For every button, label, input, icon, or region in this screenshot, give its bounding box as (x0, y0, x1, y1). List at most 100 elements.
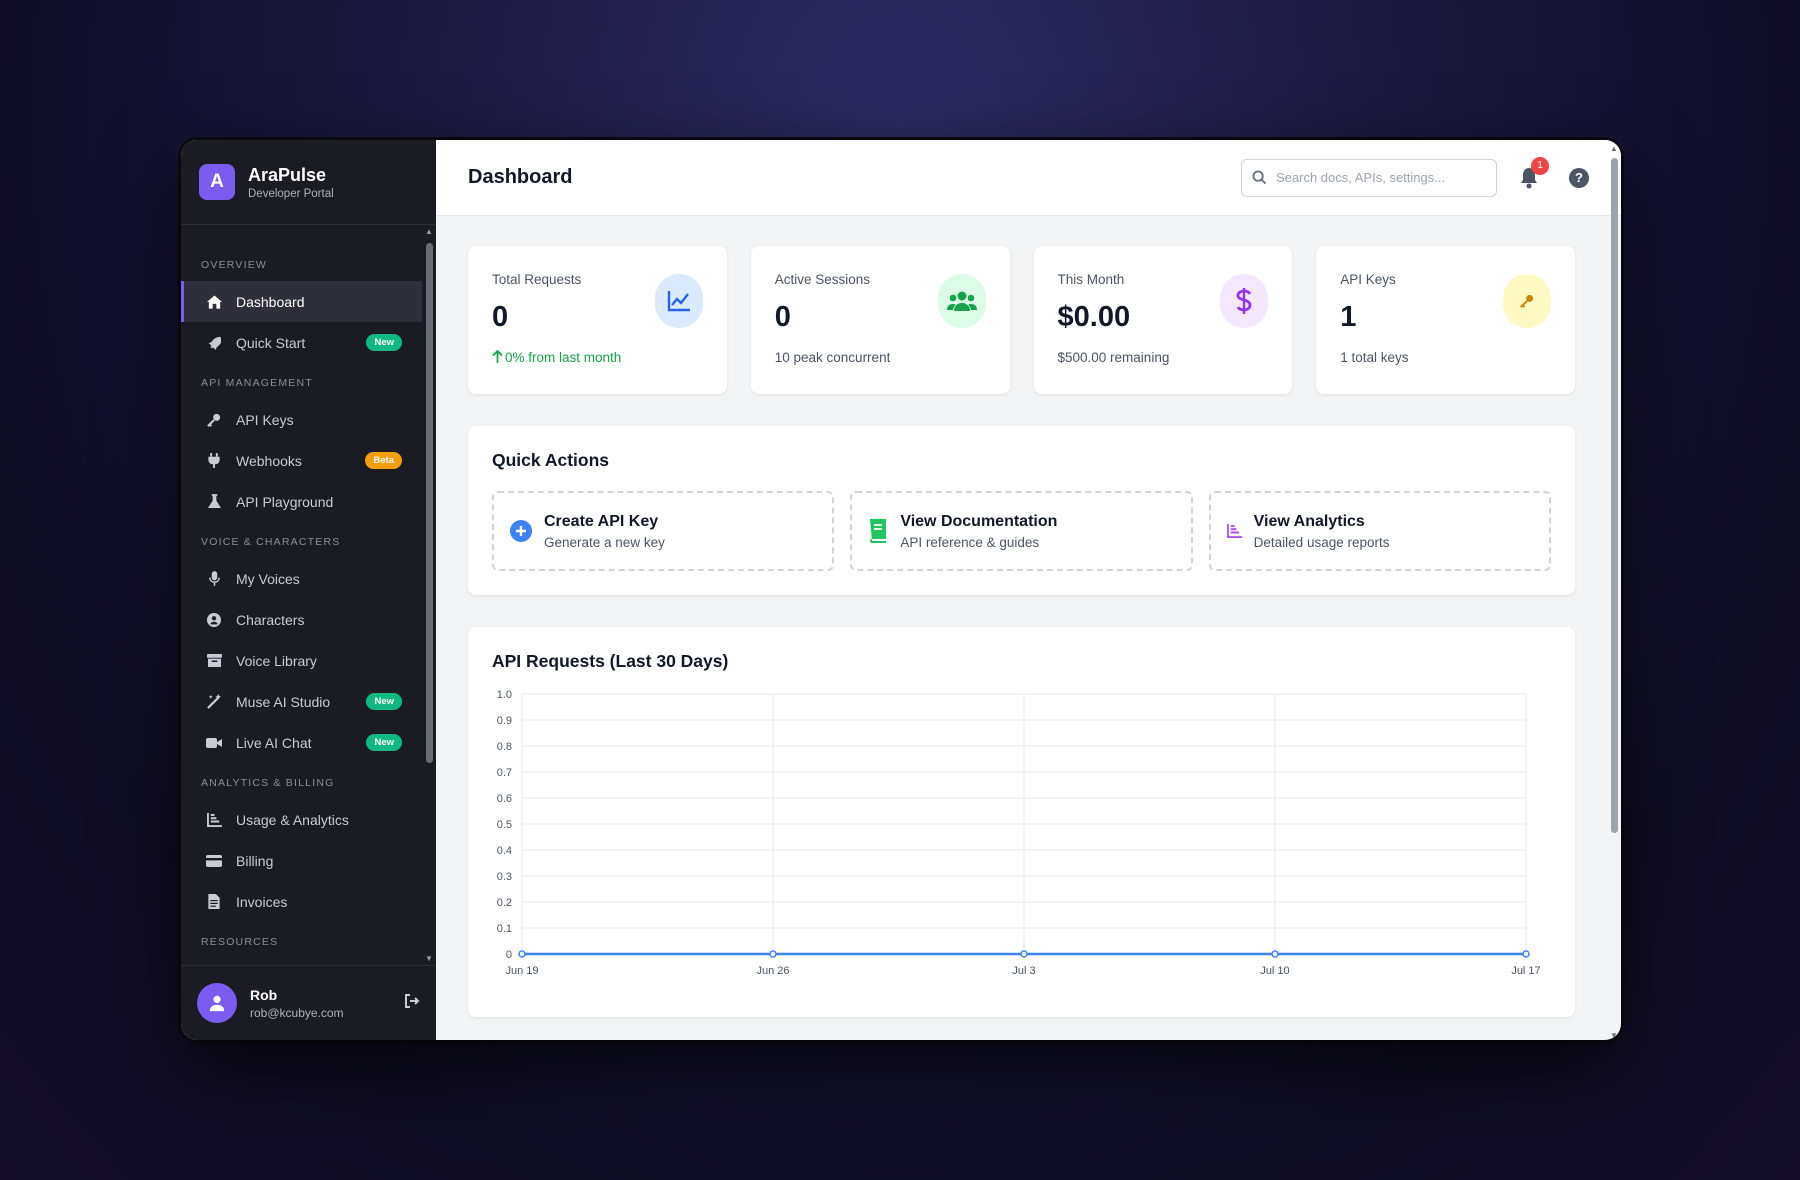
sidebar-item-quick-start[interactable]: Quick Start New (181, 322, 422, 363)
brand[interactable]: A AraPulse Developer Portal (181, 140, 436, 225)
action-description: Generate a new key (544, 534, 665, 550)
quick-actions-title: Quick Actions (492, 450, 610, 470)
stat-subtext-text: 10 peak concurrent (774, 350, 891, 365)
logout-icon[interactable] (404, 993, 420, 1014)
key-icon (1503, 274, 1551, 328)
stat-subtext: 0% from last month (492, 349, 703, 365)
sidebar-item-api-keys[interactable]: API Keys (181, 399, 422, 440)
y-tick-label: 0.1 (497, 923, 512, 935)
user-circle-icon (204, 612, 224, 627)
magic-wand-icon (204, 694, 224, 709)
stat-card: API Keys 1 1 total keys (1316, 246, 1575, 394)
sidebar-item-billing[interactable]: Billing (181, 840, 422, 881)
sidebar-item-label: Invoices (236, 893, 288, 910)
stat-subtext-text: 1 total keys (1340, 350, 1409, 365)
credit-card-icon (204, 854, 224, 867)
x-tick-label: Jun 26 (756, 965, 789, 977)
plus-circle-icon (510, 520, 532, 542)
x-tick-label: Jul 17 (1511, 965, 1540, 977)
scroll-up-icon[interactable]: ▲ (425, 227, 433, 236)
main-scrollbar[interactable]: ▲ ▼ (1609, 144, 1619, 1040)
sidebar-nav: ▲ ▼ OVERVIEW Dashboard Quick Start New API M… (181, 225, 436, 965)
key-icon (204, 413, 224, 427)
y-tick-label: 0.2 (497, 897, 512, 909)
action-description: Detailed usage reports (1253, 534, 1390, 550)
sidebar-item-dashboard[interactable]: Dashboard (181, 281, 422, 322)
search-input[interactable] (1276, 170, 1476, 185)
arrow-up-icon (492, 349, 505, 365)
create-api-key-action[interactable]: Create API Key Generate a new key (492, 491, 835, 571)
dollar-icon (1220, 274, 1269, 328)
y-tick-label: 0.6 (497, 793, 512, 805)
status-badge: New (366, 693, 402, 710)
sidebar-item-api-playground[interactable]: API Playground (181, 481, 422, 522)
sidebar-item-webhooks[interactable]: Webhooks Beta (181, 440, 422, 481)
stat-subtext-text: $500.00 remaining (1057, 350, 1170, 365)
sidebar-item-invoices[interactable]: Invoices (181, 881, 422, 922)
scrollbar-thumb[interactable] (426, 243, 433, 763)
chart-panel: API Requests (Last 30 Days) 0 0.1 0.2 0.3 0.… (468, 627, 1575, 1017)
stat-subtext-text: 0% from last month (505, 350, 622, 365)
user-profile[interactable]: Rob rob@kcubye.com (181, 965, 436, 1040)
stat-subtext: 10 peak concurrent (775, 350, 986, 365)
status-badge: Beta (365, 452, 402, 469)
sidebar-item-voice-library[interactable]: Voice Library (181, 640, 422, 681)
page-title: Dashboard (468, 166, 573, 188)
view-analytics-action[interactable]: View Analytics Detailed usage reports (1208, 491, 1551, 571)
sidebar-item-characters[interactable]: Characters (181, 599, 422, 640)
stat-subtext: $500.00 remaining (1058, 350, 1269, 365)
sidebar-item-label: Dashboard (236, 293, 305, 310)
notifications-button[interactable]: 1 (1519, 156, 1549, 189)
x-tick-label: Jun 19 (505, 965, 538, 977)
scroll-up-icon[interactable]: ▲ (1610, 144, 1618, 153)
data-point[interactable] (1522, 950, 1530, 958)
y-tick-label: 0.9 (497, 715, 512, 727)
sidebar-item-label: Usage & Analytics (236, 811, 349, 828)
sidebar-item-live-ai-chat[interactable]: Live AI Chat New (181, 722, 422, 763)
sidebar-item-label: Quick Start (236, 334, 306, 351)
notification-badge: 1 (1531, 156, 1549, 175)
sidebar-item-label: API Playground (236, 493, 334, 510)
nav-section-label: VOICE & CHARACTERS (201, 536, 341, 548)
chart-title: API Requests (Last 30 Days) (492, 651, 729, 671)
avatar[interactable] (197, 983, 237, 1023)
data-point[interactable] (1271, 950, 1279, 958)
sidebar-scrollbar[interactable]: ▲ ▼ (424, 227, 434, 963)
stat-card: This Month $0.00 $500.00 remaining (1033, 246, 1293, 394)
microphone-icon (204, 571, 224, 586)
home-icon (204, 294, 224, 309)
sidebar-item-label: Live AI Chat (236, 734, 312, 751)
sidebar: A AraPulse Developer Portal ▲ ▼ OVERVIEW… (181, 140, 436, 1040)
stat-subtext: 1 total keys (1340, 350, 1551, 365)
scroll-down-icon[interactable]: ▼ (425, 954, 433, 963)
search-box[interactable] (1241, 158, 1497, 197)
sidebar-item-muse-ai-studio[interactable]: Muse AI Studio New (181, 681, 422, 722)
data-point[interactable] (518, 950, 526, 958)
x-tick-label: Jul 3 (1012, 965, 1035, 977)
stat-card: Total Requests 0 0% from last month (468, 246, 727, 394)
action-title: View Documentation (900, 512, 1058, 530)
nav-section-label: OVERVIEW (201, 259, 268, 271)
bar-chart-icon (204, 812, 224, 827)
view-documentation-action[interactable]: View Documentation API reference & guides (850, 491, 1193, 571)
help-button[interactable]: ? (1569, 167, 1589, 188)
data-point[interactable] (1020, 950, 1028, 958)
invoice-icon (204, 894, 224, 909)
data-point[interactable] (769, 950, 777, 958)
status-badge: New (366, 334, 402, 351)
nav-section-label: API MANAGEMENT (201, 377, 313, 389)
action-title: View Analytics (1253, 512, 1365, 530)
sidebar-item-usage-analytics[interactable]: Usage & Analytics (181, 799, 422, 840)
sidebar-item-my-voices[interactable]: My Voices (181, 558, 422, 599)
scroll-down-icon[interactable]: ▼ (1610, 1031, 1618, 1040)
sidebar-item-label: Characters (236, 611, 305, 628)
action-title: Create API Key (544, 512, 659, 530)
y-tick-label: 1.0 (497, 689, 512, 701)
requests-chart: 0 0.1 0.2 0.3 0.4 0.5 0.6 0.7 0.8 0.9 1.0 Jun 19 Jun… (497, 689, 1541, 977)
user-email: rob@kcubye.com (250, 1005, 344, 1020)
search-icon (1252, 170, 1267, 185)
scrollbar-thumb[interactable] (1611, 158, 1618, 833)
y-tick-label: 0.3 (497, 871, 512, 883)
quick-actions-panel: Quick Actions Create API Key Generate a n… (468, 426, 1575, 595)
sidebar-item-label: API Keys (236, 411, 294, 428)
